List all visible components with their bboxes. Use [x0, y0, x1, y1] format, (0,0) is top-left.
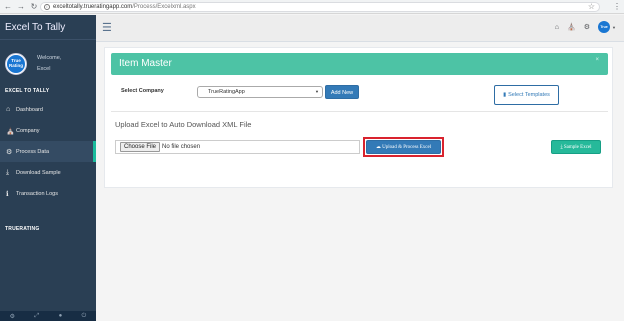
home-icon: ⌂	[6, 106, 11, 113]
item-master-panel: Item Master × Select Company TrueRatingA…	[104, 47, 613, 188]
sidebar-item-label: Company	[16, 127, 40, 134]
bank-icon: ⛪	[6, 127, 15, 135]
info-icon[interactable]: i	[44, 4, 50, 10]
sidebar-item-label: Dashboard	[16, 106, 43, 113]
choose-file-button[interactable]: Choose File	[120, 142, 161, 152]
company-select-value: TrueRatingApp	[208, 89, 245, 95]
browser-toolbar: ← → ↻ i exceltotally.trueratingapp.com/P…	[0, 0, 624, 14]
upload-button-label: Upload & Process Excel	[382, 145, 432, 150]
select-templates-label: Select Templates	[508, 92, 550, 98]
divider	[111, 111, 608, 112]
forward-icon[interactable]: →	[16, 2, 26, 12]
no-file-text: No file chosen	[162, 144, 201, 150]
cloud-upload-icon: ☁	[375, 145, 381, 150]
file-icon: ▮	[503, 92, 507, 98]
chevron-down-icon: ▼	[315, 89, 319, 94]
top-nav-icons: ⌂ ⛪ ⚙ True ▼	[555, 21, 616, 33]
download-icon: ⤓	[6, 168, 10, 176]
user-menu[interactable]: True ▼	[598, 21, 616, 33]
select-templates-button[interactable]: ▮ Select Templates	[494, 85, 559, 105]
avatar: True	[598, 21, 611, 33]
app-brand[interactable]: Excel To Tally	[0, 15, 96, 40]
add-new-button[interactable]: Add New	[325, 85, 359, 99]
reload-icon[interactable]: ↻	[29, 2, 39, 12]
sidebar-menu: ⌂ Dashboard ⛪ Company ⚙ Process Data ⤓ D…	[0, 99, 96, 204]
sidebar-section-title-truerating: TRUERATING	[5, 226, 40, 232]
welcome-text: Welcome,	[37, 54, 62, 61]
panel-header: Item Master ×	[111, 53, 608, 75]
logout-icon[interactable]: ⏻	[82, 313, 87, 320]
company-select[interactable]: TrueRatingApp ▼	[197, 86, 323, 98]
lock-icon[interactable]: ●	[59, 313, 63, 319]
back-icon[interactable]: ←	[3, 2, 13, 12]
sample-button-label: Sample Excel	[563, 145, 592, 150]
top-navbar: ☰ ⌂ ⛪ ⚙ True ▼	[96, 15, 624, 42]
sidebar: Excel To Tally True Rating Welcome, Exce…	[0, 15, 96, 321]
download-icon: ⤓	[560, 145, 563, 150]
info-icon: ℹ	[6, 190, 9, 198]
upload-process-button[interactable]: ☁ Upload & Process Excel	[366, 140, 441, 154]
sidebar-item-label: Download Sample	[16, 169, 61, 176]
settings-icon[interactable]: ⚙	[10, 313, 15, 320]
sidebar-item-process-data[interactable]: ⚙ Process Data	[0, 141, 96, 162]
bank-icon[interactable]: ⛪	[567, 23, 576, 31]
fullscreen-icon[interactable]: ⤢	[34, 313, 39, 320]
sidebar-item-download-sample[interactable]: ⤓ Download Sample	[0, 162, 96, 183]
file-input[interactable]: Choose File No file chosen	[115, 140, 360, 154]
sidebar-item-dashboard[interactable]: ⌂ Dashboard	[0, 99, 96, 120]
url-domain: exceltotally.trueratingapp.com	[53, 4, 133, 10]
home-icon[interactable]: ⌂	[555, 24, 559, 31]
browser-menu-icon[interactable]: ⋮	[613, 2, 621, 11]
address-bar[interactable]: i exceltotally.trueratingapp.com/Process…	[40, 2, 600, 12]
user-name: Excel	[37, 65, 51, 72]
company-label: Select Company	[121, 88, 164, 94]
cogs-icon[interactable]: ⚙	[584, 23, 590, 31]
cogs-icon: ⚙	[6, 148, 13, 156]
sidebar-section-title: EXCEL TO TALLY	[5, 88, 50, 94]
page-title: Item Master	[119, 58, 172, 69]
url-path: /Process/Excelxml.aspx	[132, 4, 196, 10]
sidebar-item-company[interactable]: ⛪ Company	[0, 120, 96, 141]
sidebar-item-label: Transaction Logs	[16, 190, 58, 197]
sidebar-item-label: Process Data	[16, 148, 50, 155]
sidebar-footer: ⚙ ⤢ ● ⏻	[0, 311, 96, 321]
chevron-down-icon: ▼	[612, 24, 616, 30]
menu-toggle-icon[interactable]: ☰	[102, 21, 112, 34]
close-icon[interactable]: ×	[595, 57, 599, 63]
sample-excel-button[interactable]: ⤓ Sample Excel	[551, 140, 601, 154]
bookmark-star-icon[interactable]: ☆	[588, 3, 595, 11]
avatar-logo: True Rating	[7, 54, 25, 73]
user-profile: True Rating Welcome, Excel	[0, 40, 96, 80]
avatar: True Rating	[5, 52, 27, 75]
upload-heading: Upload Excel to Auto Download XML File	[115, 120, 252, 129]
sidebar-item-transaction-logs[interactable]: ℹ Transaction Logs	[0, 183, 96, 204]
